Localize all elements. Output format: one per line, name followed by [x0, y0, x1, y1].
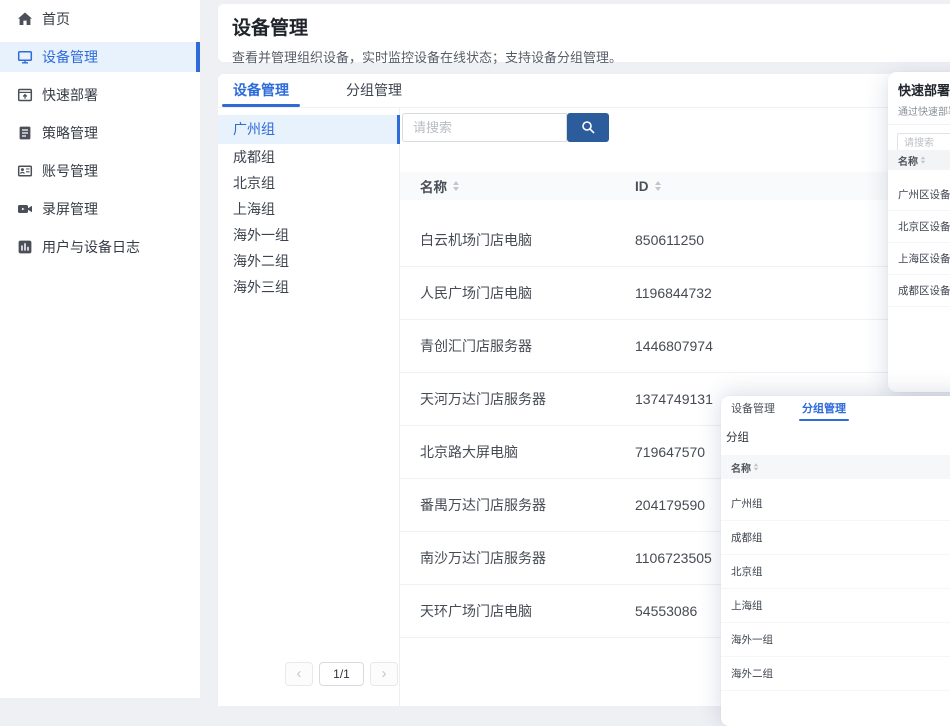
- device-name-cell: 白云机场门店电脑: [400, 230, 532, 250]
- table-row[interactable]: 青创汇门店服务器 1446807974: [400, 320, 950, 373]
- sidebar: 首页 设备管理 快速部署 策略管理 账号管理 录屏管理 用户与设备日志: [0, 0, 200, 698]
- sidebar-item-policy-management[interactable]: 策略管理: [0, 118, 200, 148]
- main-tabs: 设备管理 分组管理: [218, 74, 950, 108]
- page-header: 设备管理 查看并管理组织设备，实时监控设备在线状态；支持设备分组管理。: [218, 4, 950, 62]
- search-bar: [402, 113, 609, 142]
- list-item[interactable]: 广州区设备: [888, 179, 950, 211]
- group-popup-column-header: 名称: [721, 455, 950, 479]
- search-button[interactable]: [567, 113, 609, 142]
- group-popup-tabs: 设备管理 分组管理: [721, 396, 950, 422]
- device-name-cell: 青创汇门店服务器: [400, 336, 532, 356]
- quick-deploy-column-header: 名称: [888, 150, 950, 170]
- quick-deploy-subtitle: 通过快速部署，: [898, 103, 950, 118]
- list-item[interactable]: 上海组: [721, 589, 950, 623]
- column-header-name: 名称: [400, 176, 459, 196]
- group-list: 广州组 成都组 北京组 上海组 海外一组 海外二组 海外三组 ‹ 1/1 ›: [218, 108, 400, 706]
- device-id-cell: 54553086: [635, 603, 697, 619]
- quick-deploy-popup: 快速部署 通过快速部署， 名称 广州区设备 北京区设备 上海区设备 成都区设备: [888, 72, 950, 392]
- device-name-cell: 天环广场门店电脑: [400, 601, 532, 621]
- account-icon: [17, 163, 33, 179]
- sort-icon[interactable]: [453, 181, 459, 191]
- device-icon: [17, 49, 33, 65]
- quick-deploy-rows: 广州区设备 北京区设备 上海区设备 成都区设备: [888, 179, 950, 307]
- device-id-cell: 850611250: [635, 232, 704, 248]
- tab-device-management[interactable]: 设备管理: [731, 396, 775, 422]
- tab-group-management[interactable]: 分组管理: [802, 396, 846, 422]
- sidebar-item-label: 策略管理: [42, 123, 98, 143]
- search-icon: [581, 120, 596, 135]
- device-name-cell: 天河万达门店服务器: [400, 389, 546, 409]
- group-item-overseas-3[interactable]: 海外三组: [218, 274, 399, 300]
- device-name-cell: 番禺万达门店服务器: [400, 495, 546, 515]
- policy-icon: [17, 125, 33, 141]
- list-item[interactable]: 成都组: [721, 521, 950, 555]
- sidebar-item-label: 账号管理: [42, 161, 98, 181]
- search-input[interactable]: [402, 113, 567, 142]
- column-header-label: 名称: [898, 153, 918, 168]
- sidebar-item-user-device-logs[interactable]: 用户与设备日志: [0, 232, 200, 262]
- group-section-label: 分组: [721, 422, 950, 445]
- table-header: 名称 ID: [400, 172, 950, 200]
- sidebar-item-quick-deploy[interactable]: 快速部署: [0, 80, 200, 110]
- deploy-icon: [17, 87, 33, 103]
- device-id-cell: 1374749131: [635, 391, 713, 407]
- column-header-label: 名称: [420, 176, 447, 196]
- group-item-beijing[interactable]: 北京组: [218, 170, 399, 196]
- sort-icon[interactable]: [655, 181, 661, 191]
- recording-icon: [17, 201, 33, 217]
- device-id-cell: 1446807974: [635, 338, 713, 354]
- group-item-chengdu[interactable]: 成都组: [218, 144, 399, 170]
- sidebar-item-account-management[interactable]: 账号管理: [0, 156, 200, 186]
- group-item-overseas-1[interactable]: 海外一组: [218, 222, 399, 248]
- list-item[interactable]: 北京区设备: [888, 211, 950, 243]
- list-item[interactable]: 海外一组: [721, 623, 950, 657]
- column-header-label: ID: [635, 179, 649, 194]
- pagination-prev-button[interactable]: ‹: [285, 662, 313, 686]
- tab-device-management[interactable]: 设备管理: [221, 74, 301, 107]
- table-row[interactable]: 人民广场门店电脑 1196844732: [400, 267, 950, 320]
- list-item[interactable]: 北京组: [721, 555, 950, 589]
- device-name-cell: 北京路大屏电脑: [400, 442, 518, 462]
- sidebar-item-home[interactable]: 首页: [0, 4, 200, 34]
- pagination: ‹ 1/1 ›: [285, 662, 398, 686]
- pagination-page-indicator: 1/1: [319, 662, 364, 686]
- column-header-label: 名称: [731, 460, 751, 475]
- sidebar-item-label: 用户与设备日志: [42, 237, 140, 257]
- sidebar-item-label: 录屏管理: [42, 199, 98, 219]
- column-header-id: ID: [635, 179, 661, 194]
- list-item[interactable]: 广州组: [721, 487, 950, 521]
- list-item[interactable]: 成都区设备: [888, 275, 950, 307]
- sort-icon[interactable]: [921, 156, 926, 164]
- device-name-cell: 人民广场门店电脑: [400, 283, 532, 303]
- device-id-cell: 1196844732: [635, 285, 712, 301]
- group-item-guangzhou[interactable]: 广州组: [218, 115, 399, 144]
- sidebar-item-device-management[interactable]: 设备管理: [0, 42, 200, 72]
- tab-group-management[interactable]: 分组管理: [334, 74, 414, 107]
- page-subtitle: 查看并管理组织设备，实时监控设备在线状态；支持设备分组管理。: [232, 47, 950, 66]
- device-id-cell: 204179590: [635, 497, 705, 513]
- device-name-cell: 南沙万达门店服务器: [400, 548, 546, 568]
- device-id-cell: 1106723505: [635, 550, 712, 566]
- table-row[interactable]: 白云机场门店电脑 850611250: [400, 214, 950, 267]
- list-item[interactable]: 上海区设备: [888, 243, 950, 275]
- group-item-shanghai[interactable]: 上海组: [218, 196, 399, 222]
- group-popup-rows: 广州组 成都组 北京组 上海组 海外一组 海外二组: [721, 487, 950, 691]
- quick-deploy-popup-header: 快速部署 通过快速部署，: [888, 72, 950, 125]
- sidebar-item-label: 设备管理: [42, 47, 98, 67]
- page-title: 设备管理: [232, 13, 950, 40]
- group-item-overseas-2[interactable]: 海外二组: [218, 248, 399, 274]
- pagination-next-button[interactable]: ›: [370, 662, 398, 686]
- logs-icon: [17, 239, 33, 255]
- sort-icon[interactable]: [754, 463, 759, 471]
- device-id-cell: 719647570: [635, 444, 705, 460]
- home-icon: [17, 11, 33, 27]
- sidebar-item-label: 首页: [42, 9, 70, 29]
- quick-deploy-title: 快速部署: [898, 80, 950, 99]
- group-management-popup: 设备管理 分组管理 分组 名称 广州组 成都组 北京组 上海组 海外一组 海外二…: [721, 396, 950, 726]
- sidebar-item-recording-management[interactable]: 录屏管理: [0, 194, 200, 224]
- sidebar-item-label: 快速部署: [42, 85, 98, 105]
- list-item[interactable]: 海外二组: [721, 657, 950, 691]
